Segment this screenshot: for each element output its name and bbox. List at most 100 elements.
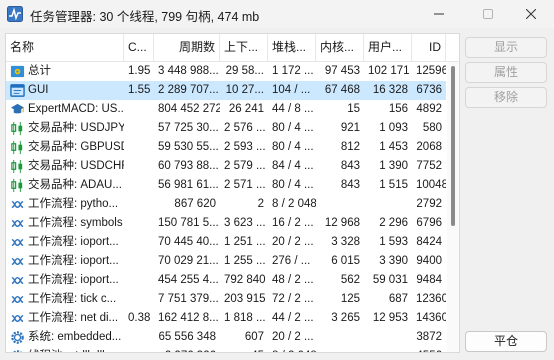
task-manager-app-icon [7, 6, 23, 22]
cell-cycles: 7 751 379... [158, 293, 219, 305]
cell-cpu [124, 195, 154, 214]
cell-cpu [124, 119, 154, 138]
cell-name: GUI [28, 84, 49, 96]
properties-button[interactable]: 属性 [465, 62, 547, 83]
workflow-icon [9, 273, 25, 288]
close-icon [526, 9, 536, 19]
cell-kernel-time: 67 468 [324, 84, 360, 96]
cell-name: 系统: embedded... [28, 331, 122, 343]
cell-name: 工作流程: tick c... [28, 293, 117, 305]
cell-context-switches: 3 623 ... [224, 217, 266, 229]
remove-button[interactable]: 移除 [465, 87, 547, 108]
cell-context-switches: 2 571 ... [224, 179, 266, 191]
cell-context-switches: 2 [257, 198, 264, 210]
cell-cycles: 162 412 8... [158, 312, 219, 324]
maximize-button[interactable] [465, 0, 511, 28]
table-row[interactable]: 交易品种: GBPUSD 59 530 55... 2 593 ... 80 / 4 … [6, 138, 446, 157]
table-row[interactable]: 线程池: ntdll.dll 2 276 326458 / 2 048 4556 [6, 347, 446, 352]
column-header-kernel[interactable]: 内核... [316, 34, 364, 61]
thread-rows: 总计 1.95 3 448 988... 29 58... 1 172 ... 97 45… [6, 62, 446, 352]
candlestick-icon [9, 121, 25, 136]
column-header-id[interactable]: ID [412, 34, 446, 61]
table-row[interactable]: 工作流程: ioport... 454 255 4... 792 840 48 / 2… [6, 271, 446, 290]
close-button[interactable] [508, 0, 554, 28]
table-row[interactable]: 总计 1.95 3 448 988... 29 58... 1 172 ... 97 45… [6, 62, 446, 81]
cell-kernel-time: 125 [340, 293, 360, 305]
cell-stack: 276 / ... [272, 255, 311, 267]
cell-cpu [124, 214, 154, 233]
close-position-button[interactable]: 平仓 [465, 331, 547, 352]
window-icon [9, 83, 25, 98]
cell-name: 工作流程: pytho... [28, 198, 119, 210]
cell-user-time: 102 171 [368, 65, 410, 77]
cell-kernel-time: 921 [340, 122, 360, 134]
table-row[interactable]: 交易品种: ADAU... 56 981 61... 2 571 ... 80 / 4… [6, 176, 446, 195]
cell-cpu [124, 157, 154, 176]
cell-user-time [364, 195, 412, 214]
title-bar[interactable]: 任务管理器: 30 个线程, 799 句柄, 474 mb [0, 0, 554, 28]
cell-user-time: 1 453 [379, 141, 408, 153]
cell-name: 交易品种: USDJPY [28, 122, 124, 134]
cell-user-time: 1 515 [379, 179, 408, 191]
cell-stack: 1 172 ... [272, 65, 314, 77]
cell-context-switches: 203 915 [224, 293, 266, 305]
cell-context-switches: 2 576 ... [224, 122, 266, 134]
vertical-scrollbar[interactable] [447, 62, 459, 352]
table-row[interactable]: 工作流程: symbols 150 781 5... 3 623 ... 16 / 2… [6, 214, 446, 233]
minimize-button[interactable] [416, 0, 462, 28]
table-row[interactable]: 系统: embedded... 65 556 348 607 20 / 2 ... 38… [6, 328, 446, 347]
table-row[interactable]: 工作流程: net di... 0.38 162 412 8... 1 818 ...… [6, 309, 446, 328]
column-header-name[interactable]: 名称 [6, 34, 124, 61]
show-button[interactable]: 显示 [465, 37, 547, 58]
table-row[interactable]: 工作流程: ioport... 70 029 21... 1 255 ... 276 … [6, 252, 446, 271]
column-header-cycles[interactable]: 周期数 [154, 34, 220, 61]
table-row[interactable]: 工作流程: pytho... 867 620 2 8 / 2 048 2792 [6, 195, 446, 214]
cell-stack: 44 / 8 ... [272, 103, 314, 115]
table-row[interactable]: 工作流程: tick c... 7 751 379... 203 915 72 / 2… [6, 290, 446, 309]
workflow-icon [9, 311, 25, 326]
cell-cycles: 150 781 5... [158, 217, 219, 229]
table-row[interactable]: 交易品种: USDCHF 60 793 88... 2 579 ... 84 / 4 … [6, 157, 446, 176]
gear-box-icon [9, 64, 25, 79]
cell-stack: 72 / 2 ... [272, 293, 314, 305]
cell-user-time: 59 031 [372, 274, 408, 286]
column-header-cpu[interactable]: C... [124, 34, 154, 61]
cell-name: ExpertMACD: US... [28, 103, 124, 115]
candlestick-icon [9, 140, 25, 155]
table-row[interactable]: 交易品种: USDJPY 57 725 30... 2 576 ... 80 / 4 … [6, 119, 446, 138]
cell-stack: 84 / 4 ... [272, 160, 314, 172]
window-title: 任务管理器: 30 个线程, 799 句柄, 474 mb [30, 10, 260, 24]
cell-id: 4556 [412, 347, 446, 352]
cell-kernel-time: 6 015 [331, 255, 360, 267]
cell-stack: 80 / 4 ... [272, 141, 314, 153]
table-row[interactable]: 工作流程: ioport... 70 445 40... 1 251 ... 20 /… [6, 233, 446, 252]
cell-cycles: 70 445 40... [158, 236, 219, 248]
table-row[interactable]: ExpertMACD: US... 804 452 272 26 241 44 / 8… [6, 100, 446, 119]
cell-stack: 80 / 4 ... [272, 122, 314, 134]
scrollbar-thumb[interactable] [451, 66, 455, 226]
table-row[interactable]: GUI 1.55 2 289 707... 10 27... 104 / ... 67 4… [6, 81, 446, 100]
cell-id: 6796 [416, 217, 442, 229]
cell-name: 工作流程: ioport... [28, 255, 119, 267]
cell-user-time: 687 [388, 293, 408, 305]
column-header-user[interactable]: 用户... [364, 34, 412, 61]
graduation-cap-icon [9, 102, 25, 117]
thread-list[interactable]: 名称 C... 周期数 上下... 堆栈... 内核... 用户... ID 总… [5, 33, 460, 353]
cell-stack: 8 / 2 048 [268, 347, 316, 352]
cell-id: 580 [422, 122, 442, 134]
cell-context-switches: 1 251 ... [224, 236, 266, 248]
column-header-stack[interactable]: 堆栈... [268, 34, 316, 61]
cell-user-time: 16 328 [372, 84, 408, 96]
cell-kernel-time: 3 265 [331, 312, 360, 324]
cell-kernel-time [316, 328, 364, 347]
cell-user-time [364, 347, 412, 352]
cell-name: 交易品种: ADAU... [28, 179, 122, 191]
cell-stack: 20 / 2 ... [272, 331, 314, 343]
cell-cpu [124, 233, 154, 252]
cell-context-switches: 45 [220, 347, 268, 352]
column-header-context[interactable]: 上下... [220, 34, 268, 61]
cell-kernel-time: 15 [347, 103, 360, 115]
cell-name: 工作流程: ioport... [28, 274, 119, 286]
cell-stack: 20 / 2 ... [272, 236, 314, 248]
cell-id: 7752 [416, 160, 442, 172]
